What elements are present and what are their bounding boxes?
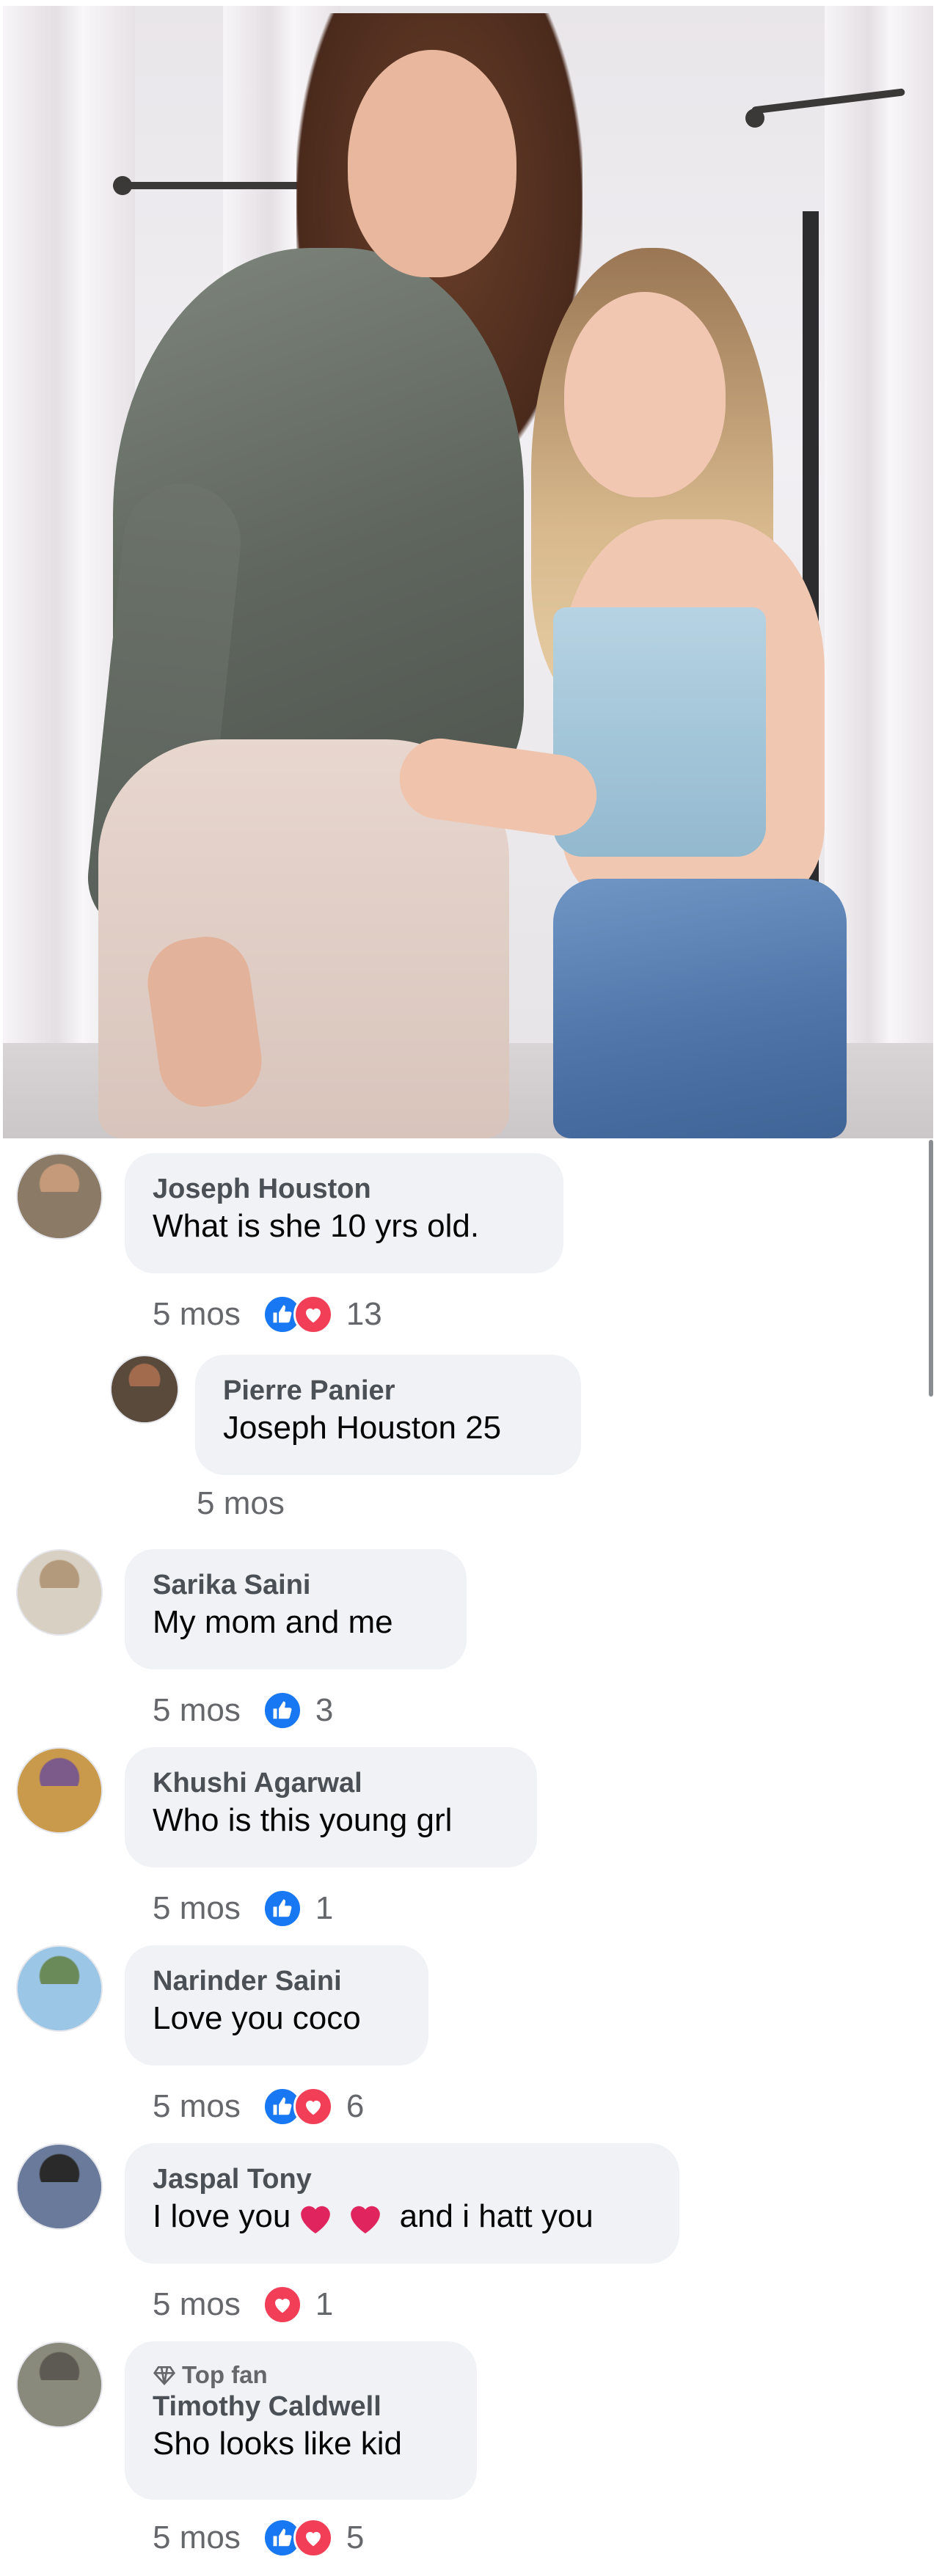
avatar[interactable] — [16, 1153, 103, 1240]
reaction-count[interactable]: 13 — [346, 1296, 382, 1333]
reaction-count[interactable]: 1 — [315, 2286, 333, 2323]
reaction-icons[interactable] — [262, 2285, 302, 2324]
avatar[interactable] — [16, 2341, 103, 2428]
comment-meta: 5 mos 1 — [153, 1887, 333, 1931]
comment-time[interactable]: 5 mos — [153, 1692, 241, 1729]
reaction-icons[interactable] — [262, 2087, 333, 2126]
comment-author[interactable]: Sarika Saini — [153, 1568, 437, 1602]
comment-author[interactable]: Jaspal Tony — [153, 2162, 650, 2196]
reaction-count[interactable]: 1 — [315, 1890, 333, 1927]
reaction-icons[interactable] — [262, 1889, 302, 1928]
avatar-shade — [18, 1984, 101, 2030]
avatar-shade — [18, 1588, 101, 1634]
diamond-icon — [153, 2366, 176, 2385]
avatar-shade — [18, 1192, 101, 1238]
comment-author[interactable]: Narinder Saini — [153, 1964, 399, 1998]
comment-time[interactable]: 5 mos — [153, 2088, 241, 2125]
comment-text: Love you coco — [153, 2000, 361, 2036]
reaction-icons[interactable] — [262, 1295, 333, 1334]
comment-text: What is she 10 yrs old. — [153, 1208, 480, 1244]
reaction-count[interactable]: 3 — [315, 1692, 333, 1729]
love-reaction-icon — [293, 1295, 333, 1334]
avatar-shade — [18, 1786, 101, 1832]
comment-time[interactable]: 5 mos — [153, 2286, 241, 2323]
avatar[interactable] — [16, 1747, 103, 1834]
comment-author[interactable]: Timothy Caldwell — [153, 2390, 448, 2423]
comment-bubble[interactable]: Sarika Saini My mom and me — [125, 1549, 467, 1669]
reply-bubble[interactable]: Pierre Panier Joseph Houston 25 — [195, 1355, 581, 1475]
comment-bubble[interactable]: Khushi Agarwal Who is this young grl — [125, 1747, 537, 1867]
scrollbar[interactable] — [929, 1140, 933, 1397]
comment-bubble[interactable]: Joseph Houston What is she 10 yrs old. — [125, 1153, 563, 1273]
girl-face — [564, 292, 726, 497]
avatar[interactable] — [16, 1945, 103, 2032]
reply-author[interactable]: Pierre Panier — [223, 1374, 552, 1408]
comment-author[interactable]: Khushi Agarwal — [153, 1766, 508, 1800]
top-fan-label: Top fan — [182, 2361, 268, 2388]
avatar[interactable] — [16, 1549, 103, 1636]
love-reaction-icon — [293, 2518, 333, 2558]
like-reaction-icon — [262, 1889, 302, 1928]
reaction-count[interactable]: 5 — [346, 2520, 364, 2556]
avatar-shade — [18, 2380, 101, 2426]
comment-meta: 5 mos 6 — [153, 2085, 364, 2129]
comment-meta: 5 mos 1 — [153, 2283, 333, 2327]
comment-text: Who is this young grl — [153, 1802, 453, 1838]
reaction-icons[interactable] — [262, 1691, 302, 1730]
avatar-shade — [112, 1386, 178, 1422]
reply-time[interactable]: 5 mos — [197, 1485, 285, 1522]
red-heart-emoji-icon — [351, 2206, 381, 2234]
rod-finial — [745, 109, 764, 128]
avatar-shade — [18, 2182, 101, 2228]
comment-time[interactable]: 5 mos — [153, 1296, 241, 1333]
avatar[interactable] — [16, 2143, 103, 2230]
comment-text-part: I love you — [153, 2198, 291, 2234]
post-photo[interactable] — [3, 6, 933, 1138]
reply-text: Joseph Houston 25 — [223, 1410, 502, 1446]
woman-face — [348, 50, 516, 277]
love-reaction-icon — [293, 2087, 333, 2126]
comment-meta: 5 mos 5 — [153, 2516, 364, 2560]
reaction-icons[interactable] — [262, 2518, 333, 2558]
comment-bubble[interactable]: Top fan Timothy Caldwell Sho looks like … — [125, 2341, 477, 2500]
comment-text: Sho looks like kid — [153, 2426, 402, 2462]
comment-meta: 5 mos 3 — [153, 1688, 333, 1732]
comment-bubble[interactable]: Jaspal Tony I love you and i hatt you — [125, 2143, 679, 2264]
comment-time[interactable]: 5 mos — [153, 1890, 241, 1927]
comment-text: My mom and me — [153, 1604, 393, 1640]
avatar[interactable] — [110, 1355, 179, 1424]
like-reaction-icon — [262, 1691, 302, 1730]
comment-text: I love you and i hatt you — [153, 2196, 650, 2239]
love-reaction-icon — [262, 2285, 302, 2324]
red-heart-emoji-icon — [301, 2206, 331, 2234]
comment-time[interactable]: 5 mos — [153, 2520, 241, 2556]
comment-author[interactable]: Joseph Houston — [153, 1172, 534, 1206]
top-fan-badge: Top fan — [153, 2360, 448, 2390]
comment-meta: 5 mos 13 — [153, 1292, 382, 1336]
reply-meta: 5 mos — [197, 1482, 307, 1526]
rod-finial — [113, 176, 132, 195]
girl-shorts — [553, 879, 847, 1138]
comment-bubble[interactable]: Narinder Saini Love you coco — [125, 1945, 428, 2065]
comment-text-part: and i hatt you — [399, 2198, 594, 2234]
reaction-count[interactable]: 6 — [346, 2088, 364, 2125]
